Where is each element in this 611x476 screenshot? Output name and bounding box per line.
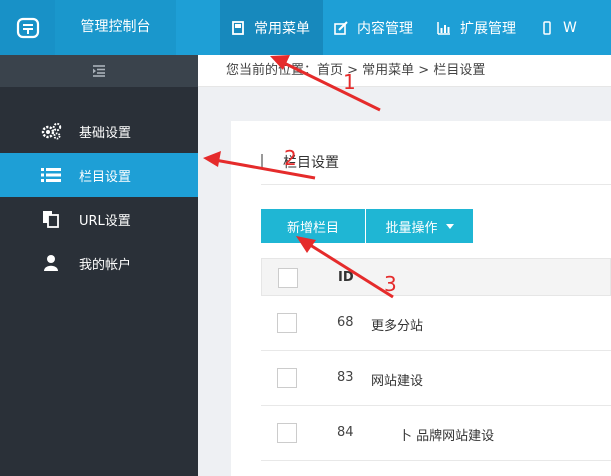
caret-down-icon — [445, 223, 454, 229]
annotation-label-3: 3 — [384, 272, 397, 296]
panel-header: 栏目设置 — [261, 143, 611, 185]
sidebar-item-label: 我的帐户 — [79, 257, 132, 273]
top-nav-content[interactable]: 内容管理 — [323, 0, 426, 55]
sidebar: 基础设置 栏目设置 URL设置 我的帐户 — [0, 55, 198, 476]
sidebar-item-my-account[interactable]: 我的帐户 — [0, 241, 198, 285]
row-id: 84 — [337, 425, 354, 440]
title-marker — [261, 154, 263, 168]
list-icon — [41, 168, 61, 182]
top-nav-common-menu[interactable]: 常用菜单 — [220, 0, 323, 55]
table-row: 83 网站建设 — [261, 351, 611, 406]
top-nav-label: 内容管理 — [357, 20, 413, 37]
column-table: ID 68 更多分站 83 网站建设 84 卜 品牌网站建设 — [261, 258, 611, 461]
row-name[interactable]: 网站建设 — [371, 370, 423, 389]
row-id: 83 — [337, 370, 354, 385]
user-icon — [44, 255, 58, 271]
bar-chart-icon — [437, 21, 450, 35]
collapse-menu-icon — [93, 65, 105, 77]
sidebar-item-label: URL设置 — [79, 213, 131, 229]
top-nav-label: 常用菜单 — [254, 20, 310, 37]
logo[interactable] — [0, 0, 55, 55]
sidebar-item-url-settings[interactable]: URL设置 — [0, 197, 198, 241]
breadcrumb: 您当前的位置：首页 > 常用菜单 > 栏目设置 — [198, 55, 611, 87]
add-column-label: 新增栏目 — [286, 220, 339, 236]
row-checkbox[interactable] — [277, 313, 297, 333]
top-nav-mobile[interactable]: W — [529, 0, 590, 55]
annotation-label-1: 1 — [343, 70, 356, 94]
top-bar: 管理控制台 常用菜单 内容管理 扩展管理 W — [0, 0, 611, 55]
annotation-label-2: 2 — [284, 146, 297, 170]
column-header-id: ID — [338, 270, 354, 285]
select-all-checkbox[interactable] — [278, 268, 298, 288]
top-nav: 常用菜单 内容管理 扩展管理 W — [220, 0, 590, 55]
gears-icon — [41, 122, 62, 140]
table-row: 84 卜 品牌网站建设 — [261, 406, 611, 461]
sidebar-item-label: 基础设置 — [79, 125, 132, 141]
row-checkbox[interactable] — [277, 368, 297, 388]
batch-actions-label: 批量操作 — [385, 220, 438, 236]
sidebar-item-label: 栏目设置 — [79, 169, 132, 185]
content-panel: 栏目设置 新增栏目 批量操作 ID 68 更多分站 83 网站建设 84 卜 品… — [231, 121, 611, 476]
batch-actions-button[interactable]: 批量操作 — [366, 209, 473, 243]
edit-icon — [334, 20, 348, 35]
sidebar-toggle[interactable] — [0, 55, 198, 87]
annotation-arrowhead-2 — [203, 151, 221, 167]
sidebar-item-basic-settings[interactable]: 基础设置 — [0, 109, 198, 153]
add-column-button[interactable]: 新增栏目 — [261, 209, 365, 243]
copy-icon — [43, 211, 59, 228]
row-id: 68 — [337, 315, 354, 330]
table-header: ID — [261, 258, 611, 296]
sidebar-item-column-settings[interactable]: 栏目设置 — [0, 153, 198, 197]
row-checkbox[interactable] — [277, 423, 297, 443]
top-nav-label: 扩展管理 — [460, 20, 516, 37]
top-nav-label: W — [563, 19, 577, 36]
sidebar-menu: 基础设置 栏目设置 URL设置 我的帐户 — [0, 109, 198, 285]
row-name[interactable]: 卜 品牌网站建设 — [399, 425, 494, 444]
logo-icon — [16, 17, 39, 38]
row-name[interactable]: 更多分站 — [371, 315, 423, 334]
table-row: 68 更多分站 — [261, 296, 611, 351]
top-nav-extensions[interactable]: 扩展管理 — [426, 0, 529, 55]
mobile-icon — [543, 20, 551, 35]
console-title[interactable]: 管理控制台 — [55, 0, 176, 55]
bookmark-icon — [232, 20, 244, 35]
